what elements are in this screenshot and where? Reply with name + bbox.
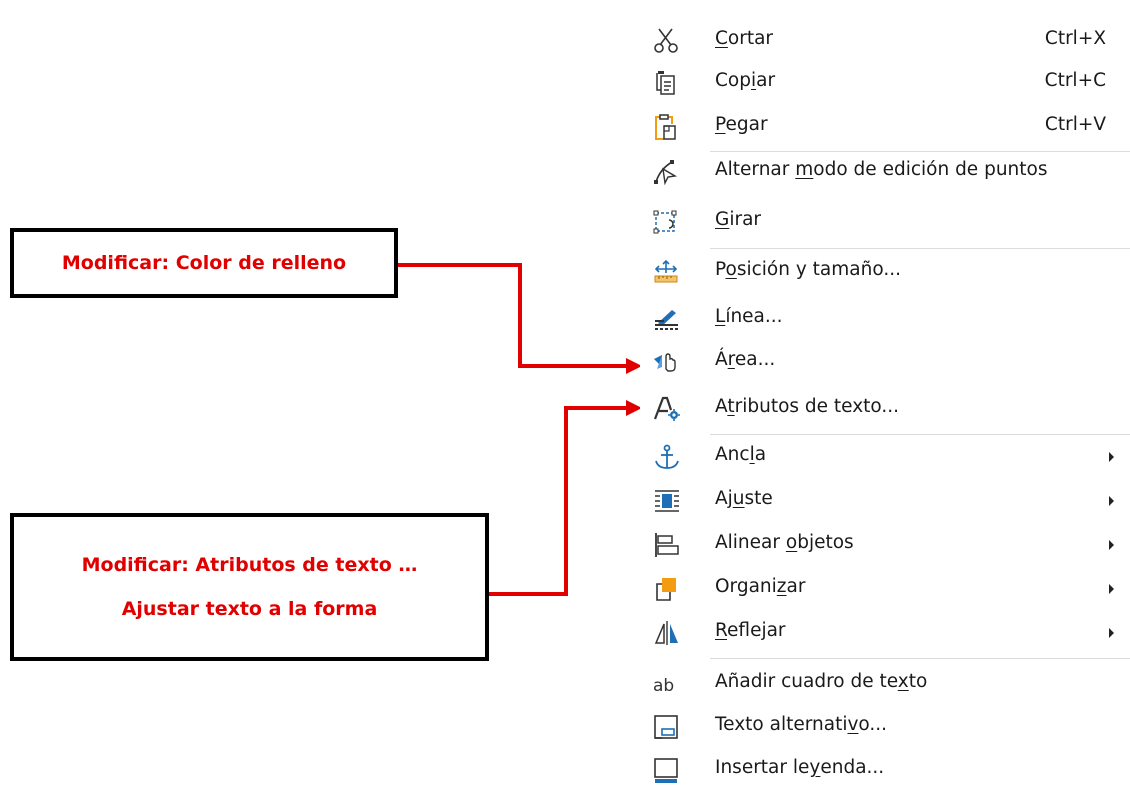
- menu-item-label: Texto alternativo...: [715, 714, 888, 735]
- line-icon: [652, 306, 682, 332]
- align-objects-icon: [652, 532, 682, 558]
- menu-item-cortar[interactable]: Cortar Ctrl+X: [640, 20, 1130, 62]
- callout-text-attributes-line2: Ajustar texto a la forma: [121, 598, 378, 620]
- menu-item-posicion-y-tamano[interactable]: Posición y tamaño...: [640, 251, 1130, 293]
- svg-text:ab: ab: [653, 676, 674, 696]
- submenu-arrow-icon: [1109, 452, 1114, 462]
- menu-item-label: Añadir cuadro de texto: [715, 671, 928, 692]
- menu-item-pegar[interactable]: Pegar Ctrl+V: [640, 106, 1130, 148]
- menu-item-alternar-modo-de-edicion-de-puntos[interactable]: Alternar modo de edición de puntos: [640, 151, 1130, 193]
- menu-item-label: Ancla: [715, 444, 767, 465]
- arrow-to-area: [398, 263, 628, 368]
- wrap-icon: [652, 488, 682, 514]
- paste-icon: [652, 114, 682, 140]
- callout-fill-color: Modificar: Color de relleno: [10, 228, 398, 298]
- copy-icon: [652, 70, 682, 96]
- scissors-icon: [652, 28, 682, 54]
- submenu-arrow-icon: [1109, 496, 1114, 506]
- menu-item-label: Reflejar: [715, 620, 786, 641]
- area-icon: [652, 349, 682, 375]
- submenu-arrow-icon: [1109, 540, 1114, 550]
- menu-item-shortcut: Ctrl+V: [1044, 114, 1106, 135]
- position-size-icon: [652, 259, 682, 285]
- arrange-icon: [652, 576, 682, 602]
- menu-item-label: Línea...: [715, 306, 783, 327]
- submenu-arrow-icon: [1109, 584, 1114, 594]
- menu-item-linea[interactable]: Línea...: [640, 298, 1130, 340]
- menu-item-label: Posición y tamaño...: [715, 259, 901, 280]
- menu-item-label: Alinear objetos: [715, 532, 854, 553]
- text-attributes-icon: [652, 396, 682, 422]
- edit-points-icon: [652, 159, 682, 185]
- menu-item-label: Girar: [715, 209, 762, 230]
- anchor-icon: [652, 444, 682, 470]
- menu-item-anadir-cuadro-de-texto[interactable]: ab Añadir cuadro de texto: [640, 663, 1130, 705]
- menu-item-label: Organizar: [715, 576, 806, 597]
- rotate-icon: [652, 209, 682, 235]
- caption-icon: [652, 757, 682, 783]
- menu-item-label: Atributos de texto...: [715, 396, 900, 417]
- menu-item-area[interactable]: Área...: [640, 341, 1130, 383]
- menu-item-insertar-leyenda[interactable]: Insertar leyenda...: [640, 749, 1130, 791]
- menu-item-label: Alternar modo de edición de puntos: [715, 159, 1048, 180]
- menu-item-label: Insertar leyenda...: [715, 757, 885, 778]
- menu-separator: [710, 658, 1130, 659]
- menu-item-ajuste[interactable]: Ajuste: [640, 480, 1130, 522]
- menu-item-shortcut: Ctrl+C: [1044, 70, 1106, 91]
- context-menu: Cortar Ctrl+X Copiar Ctrl+C Pegar Ctrl+V Alter…: [640, 18, 1130, 791]
- menu-item-alinear-objetos[interactable]: Alinear objetos: [640, 524, 1130, 566]
- menu-item-label: Área...: [715, 349, 776, 370]
- callout-fill-color-text: Modificar: Color de relleno: [61, 252, 347, 274]
- callout-text-attributes: Modificar: Atributos de texto … Ajustar …: [10, 513, 489, 661]
- menu-item-label: Pegar: [715, 114, 768, 135]
- menu-separator: [710, 434, 1130, 435]
- menu-separator: [710, 248, 1130, 249]
- alt-text-icon: [652, 714, 682, 740]
- menu-item-label: Copiar: [715, 70, 776, 91]
- flip-icon: [652, 620, 682, 646]
- menu-item-label: Cortar: [715, 28, 774, 49]
- menu-item-atributos-de-texto[interactable]: Atributos de texto...: [640, 388, 1130, 430]
- arrow-to-text-attributes: [489, 406, 628, 596]
- text-box-icon: ab: [652, 671, 682, 697]
- menu-item-ancla[interactable]: Ancla: [640, 436, 1130, 478]
- menu-item-shortcut: Ctrl+X: [1044, 28, 1106, 49]
- menu-item-copiar[interactable]: Copiar Ctrl+C: [640, 62, 1130, 104]
- menu-item-girar[interactable]: Girar: [640, 201, 1130, 243]
- menu-item-organizar[interactable]: Organizar: [640, 568, 1130, 610]
- callout-text-attributes-line1: Modificar: Atributos de texto …: [81, 554, 418, 576]
- menu-item-label: Ajuste: [715, 488, 773, 509]
- menu-item-reflejar[interactable]: Reflejar: [640, 612, 1130, 654]
- submenu-arrow-icon: [1109, 628, 1114, 638]
- menu-item-texto-alternativo[interactable]: Texto alternativo...: [640, 706, 1130, 748]
